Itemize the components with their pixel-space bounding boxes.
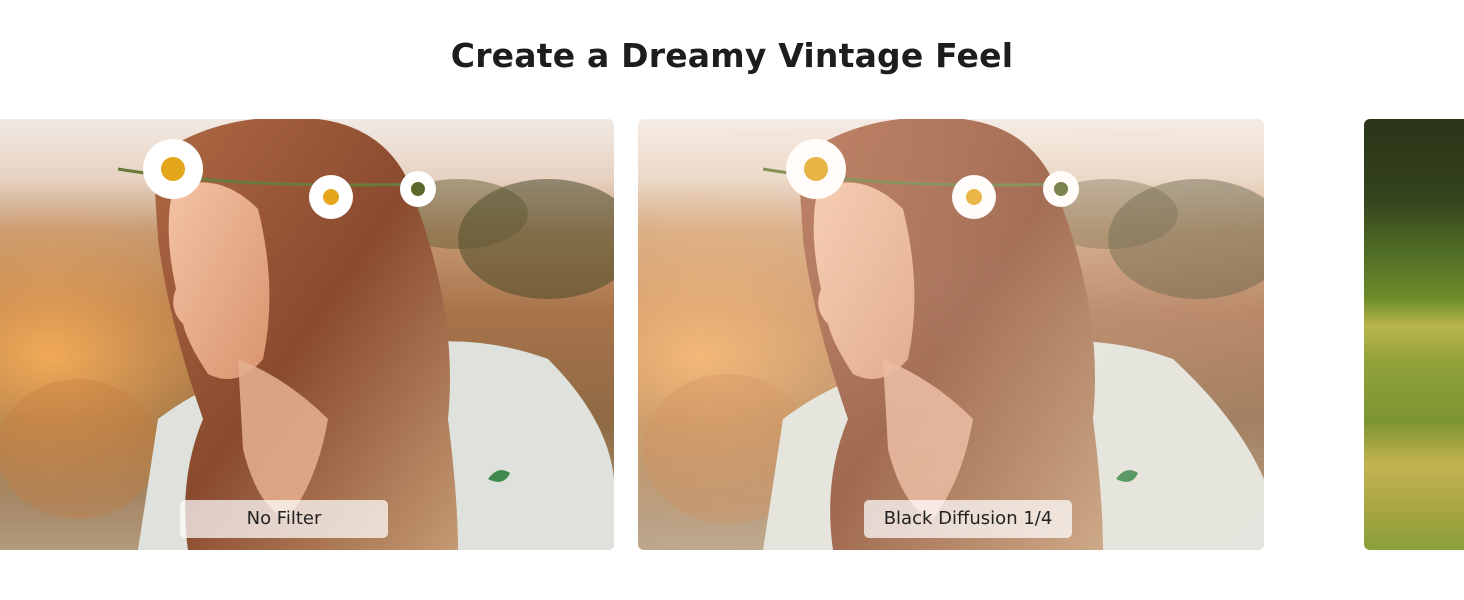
comparison-slide-black-diffusion[interactable]: Black Diffusion 1/4: [638, 119, 1264, 550]
portrait-photo-no-filter: [0, 119, 614, 550]
page: Create a Dreamy Vintage Feel No Filter B…: [0, 0, 1464, 600]
grass-field-photo: [1364, 119, 1464, 550]
comparison-slide-next[interactable]: [1364, 119, 1464, 550]
caption-no-filter: No Filter: [180, 500, 388, 538]
comparison-slide-no-filter[interactable]: No Filter: [0, 119, 614, 550]
portrait-photo-black-diffusion: [638, 119, 1264, 550]
page-title: Create a Dreamy Vintage Feel: [450, 36, 1014, 76]
caption-black-diffusion: Black Diffusion 1/4: [864, 500, 1072, 538]
